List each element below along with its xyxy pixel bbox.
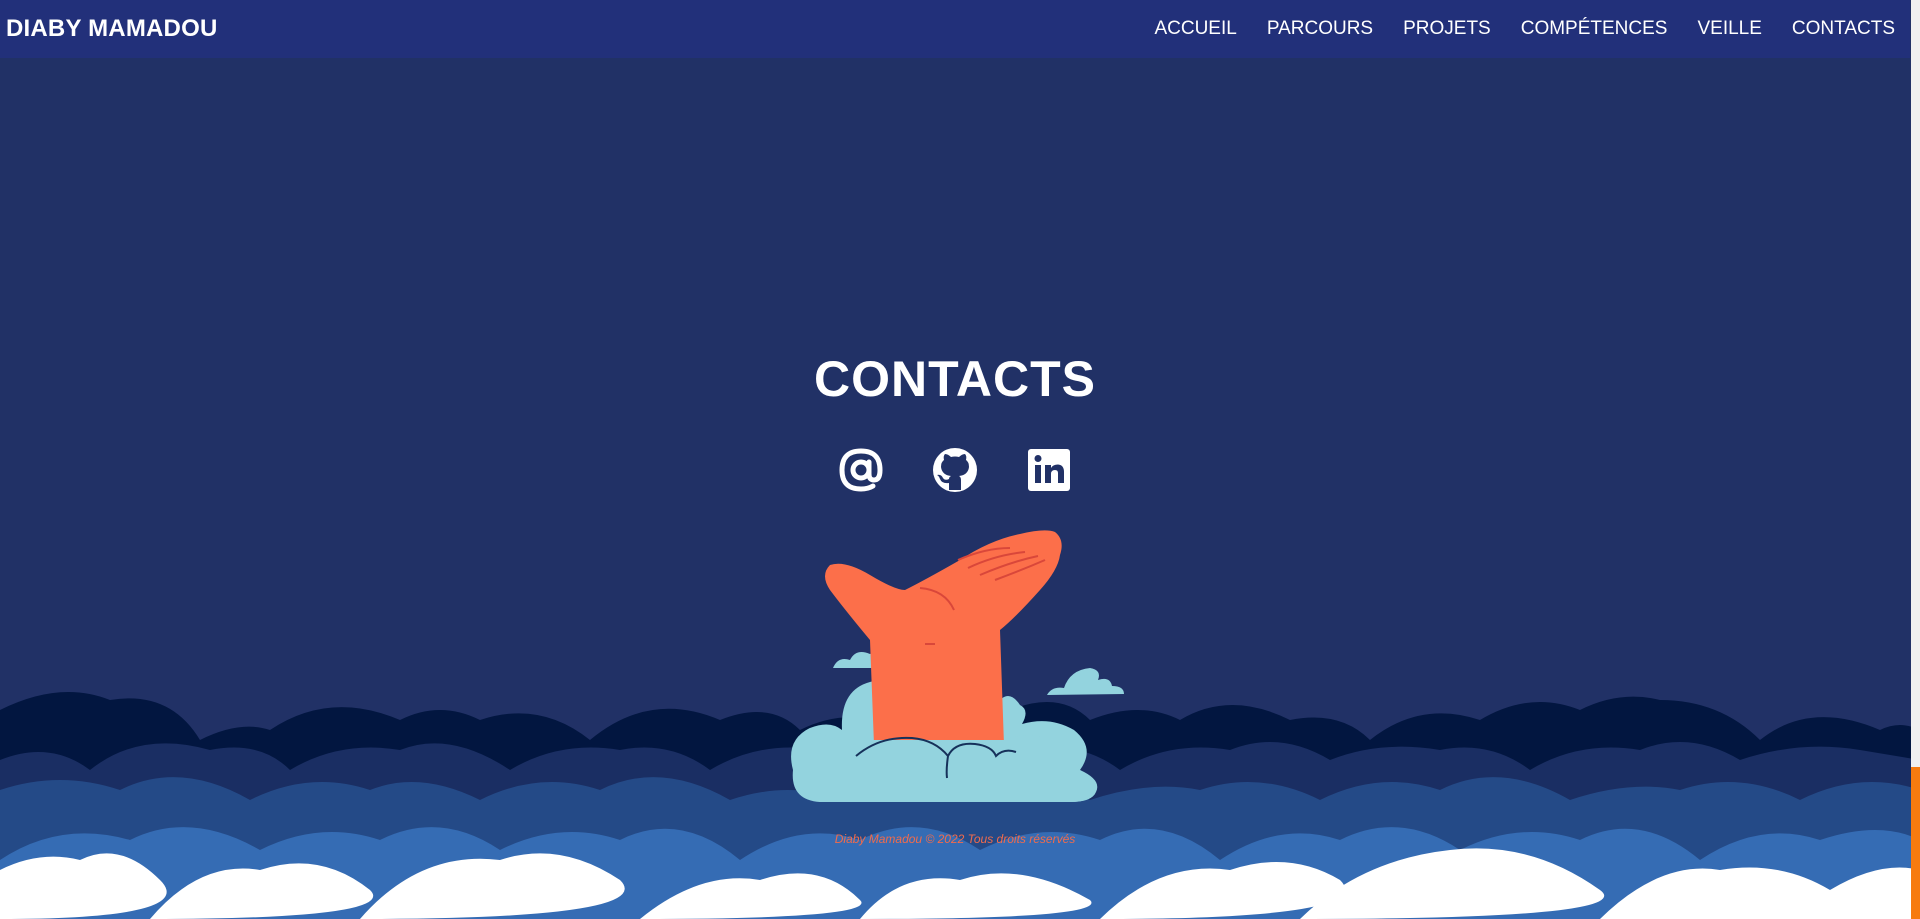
linkedin-link[interactable] (1025, 446, 1073, 494)
top-navbar: DIABY MAMADOU ACCUEIL PARCOURS PROJETS C… (0, 0, 1910, 58)
nav-links: ACCUEIL PARCOURS PROJETS COMPÉTENCES VEI… (1124, 18, 1895, 40)
brand-logo[interactable]: DIABY MAMADOU (6, 15, 218, 43)
scrollbar-thumb[interactable] (1911, 767, 1920, 919)
email-link[interactable] (837, 446, 885, 494)
small-cloud-right (1047, 668, 1124, 695)
page-scrollbar[interactable] (1911, 0, 1920, 919)
github-link[interactable] (931, 446, 979, 494)
at-sign-icon (839, 448, 883, 492)
nav-link-competences[interactable]: COMPÉTENCES (1521, 18, 1668, 40)
page: DIABY MAMADOU ACCUEIL PARCOURS PROJETS C… (0, 0, 1920, 919)
github-icon (933, 448, 977, 492)
section-title: CONTACTS (813, 351, 1097, 407)
nav-link-accueil[interactable]: ACCUEIL (1154, 18, 1236, 40)
social-links (0, 446, 1910, 494)
nav-link-veille[interactable]: VEILLE (1697, 18, 1761, 40)
nav-link-contacts[interactable]: CONTACTS (1792, 18, 1895, 40)
linkedin-icon (1028, 449, 1070, 491)
nav-link-parcours[interactable]: PARCOURS (1267, 18, 1373, 40)
footer-copyright: Diaby Mamadou © 2022 Tous droits réservé… (834, 832, 1076, 846)
nav-link-projets[interactable]: PROJETS (1403, 18, 1491, 40)
